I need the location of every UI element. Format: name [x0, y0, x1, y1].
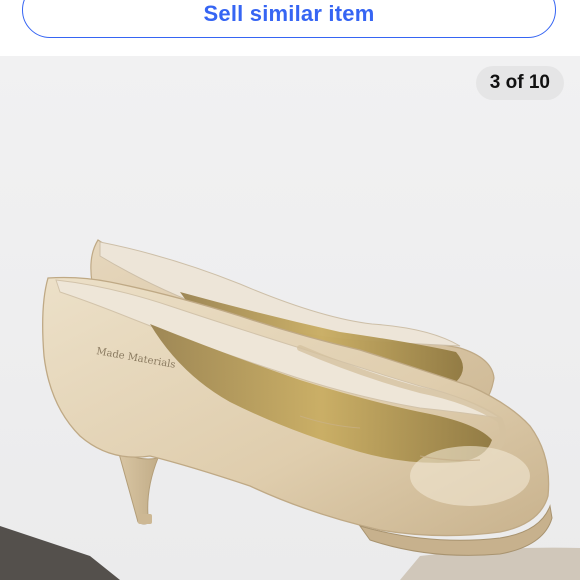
image-counter-text: 3 of 10: [489, 72, 550, 93]
sell-similar-item-button[interactable]: Sell similar item: [22, 0, 556, 38]
toe-highlight: [410, 446, 530, 506]
image-gallery[interactable]: Made Materials 3 of 10: [0, 56, 580, 580]
image-counter-badge: 3 of 10: [475, 66, 564, 100]
sell-similar-item-label: Sell similar item: [203, 1, 375, 26]
front-heel-tip: [138, 514, 152, 524]
top-action-bar: Sell similar item: [0, 0, 580, 56]
listing-screen: Sell similar item Made Materials 3 of 10: [0, 0, 580, 580]
product-photo[interactable]: Made Materials: [0, 56, 580, 580]
